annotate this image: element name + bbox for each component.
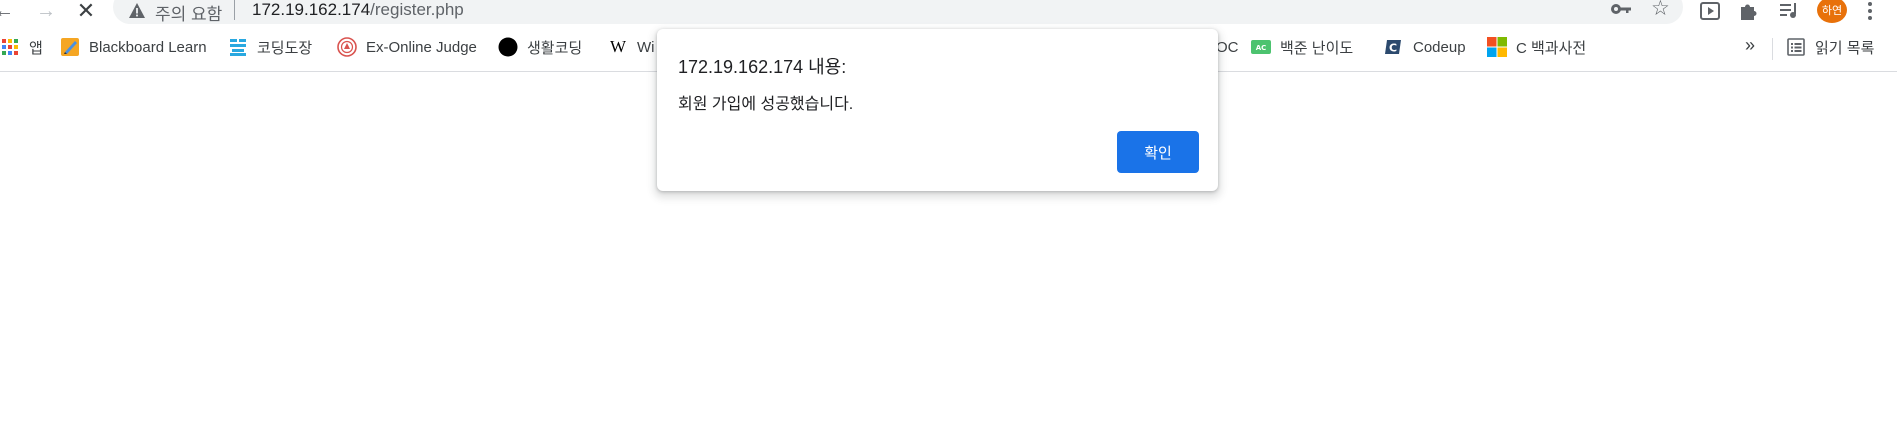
bookmark-opentutorials[interactable]: 생활코딩 (498, 36, 582, 58)
security-status-label[interactable]: 주의 요함 (155, 0, 222, 25)
blackboard-icon (60, 37, 80, 57)
browser-toolbar: ← → ✕ 주의 요함 172.19.162.174/register.php … (0, 0, 1897, 26)
extensions-puzzle-icon[interactable] (1737, 0, 1759, 22)
url-host: 172.19.162.174 (252, 0, 371, 19)
svg-text:AC: AC (1256, 44, 1267, 52)
playlist-icon[interactable] (1778, 0, 1800, 22)
bookmark-label: 백준 난이도 (1280, 39, 1354, 57)
profile-avatar[interactable]: 하연 (1817, 0, 1847, 23)
microsoft-icon (1487, 37, 1507, 57)
reading-list-button[interactable]: 읽기 목록 (1786, 36, 1874, 58)
media-control-icon[interactable] (1699, 0, 1721, 22)
bookmark-codeup[interactable]: C Codeup (1384, 36, 1466, 58)
bookmark-codingdojang[interactable]: 코딩도장 (228, 36, 312, 58)
url-text[interactable]: 172.19.162.174/register.php (252, 0, 464, 20)
bookmark-label: Blackboard Learn (89, 38, 207, 56)
warning-icon[interactable] (128, 2, 146, 20)
reading-list-label: 읽기 목록 (1815, 39, 1875, 57)
bookmark-blackboard-learn[interactable]: Blackboard Learn (60, 36, 207, 58)
bookmark-c-encyclopedia[interactable]: C 백과사전 (1487, 36, 1586, 58)
solvedac-icon: AC (1251, 37, 1271, 57)
more-menu-icon[interactable] (1862, 0, 1878, 22)
ok-button[interactable]: 확인 (1117, 131, 1199, 173)
key-icon[interactable] (1610, 1, 1632, 17)
opentutorials-icon (498, 37, 518, 57)
bookmark-partial-oc[interactable]: OC (1216, 36, 1239, 58)
wikipedia-icon: W (609, 37, 627, 56)
stop-loading-icon[interactable]: ✕ (74, 0, 98, 22)
ex-online-judge-icon (337, 37, 357, 57)
bookmark-label: 코딩도장 (257, 39, 313, 57)
bookmark-label: Wi (637, 38, 655, 56)
bookmarks-divider (1772, 38, 1773, 60)
bookmark-ex-online-judge[interactable]: Ex-Online Judge (337, 36, 477, 58)
bookmark-label: C 백과사전 (1516, 39, 1587, 57)
reading-list-icon (1786, 37, 1806, 57)
apps-grid-icon (0, 37, 20, 57)
bookmark-label: Codeup (1413, 38, 1466, 56)
url-path: /register.php (370, 0, 464, 19)
codeup-icon: C (1384, 37, 1404, 57)
bookmark-label: 생활코딩 (527, 39, 583, 57)
dialog-message: 회원 가입에 성공했습니다. (678, 96, 854, 113)
bookmark-label: Ex-Online Judge (366, 38, 477, 56)
bookmark-star-icon[interactable]: ☆ (1651, 0, 1670, 19)
dialog-title: 172.19.162.174 내용: (678, 57, 847, 77)
forward-icon[interactable]: → (34, 0, 58, 22)
bookmark-apps[interactable]: 앱 (0, 36, 43, 58)
svg-text:C: C (1389, 42, 1397, 55)
bookmarks-overflow-button[interactable]: » (1745, 35, 1755, 56)
bookmark-label: 앱 (29, 39, 43, 57)
codingdojang-icon (228, 37, 248, 57)
back-icon[interactable]: ← (0, 0, 16, 22)
address-bar[interactable]: 주의 요함 172.19.162.174/register.php ☆ (113, 0, 1683, 24)
bookmark-wikipedia[interactable]: W Wi (608, 36, 655, 58)
bookmark-label: OC (1216, 38, 1239, 56)
omnibox-divider (234, 0, 235, 20)
alert-dialog: 172.19.162.174 내용: 회원 가입에 성공했습니다. 확인 (657, 29, 1218, 191)
bookmark-solvedac[interactable]: AC 백준 난이도 (1251, 36, 1353, 58)
